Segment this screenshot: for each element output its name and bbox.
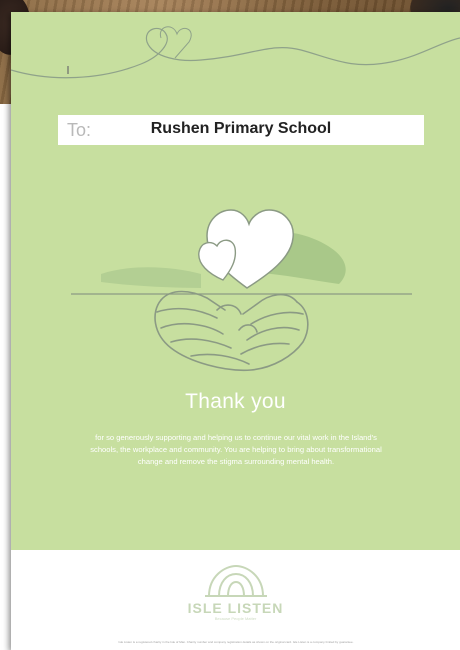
recipient-name: Rushen Primary School	[150, 120, 332, 137]
isle-listen-arch-logo-icon	[205, 564, 267, 597]
recipient-field: To: Rushen Primary School	[58, 115, 424, 145]
shadow-shape-left	[101, 267, 201, 288]
brand-tagline: Because People Matter	[214, 616, 257, 621]
top-flowing-line	[11, 27, 460, 79]
charity-fineprint: Isle Listen is a registered charity in t…	[118, 640, 354, 644]
thank-you-card: To: Rushen Primary School Thank you for …	[11, 12, 460, 650]
hands-illustration	[154, 290, 309, 372]
brand-name: ISLE LISTEN	[187, 600, 284, 616]
card-decoration	[11, 26, 460, 372]
thank-you-heading: Thank you	[185, 390, 286, 413]
thank-you-message: for so generously supporting and helping…	[90, 433, 382, 466]
